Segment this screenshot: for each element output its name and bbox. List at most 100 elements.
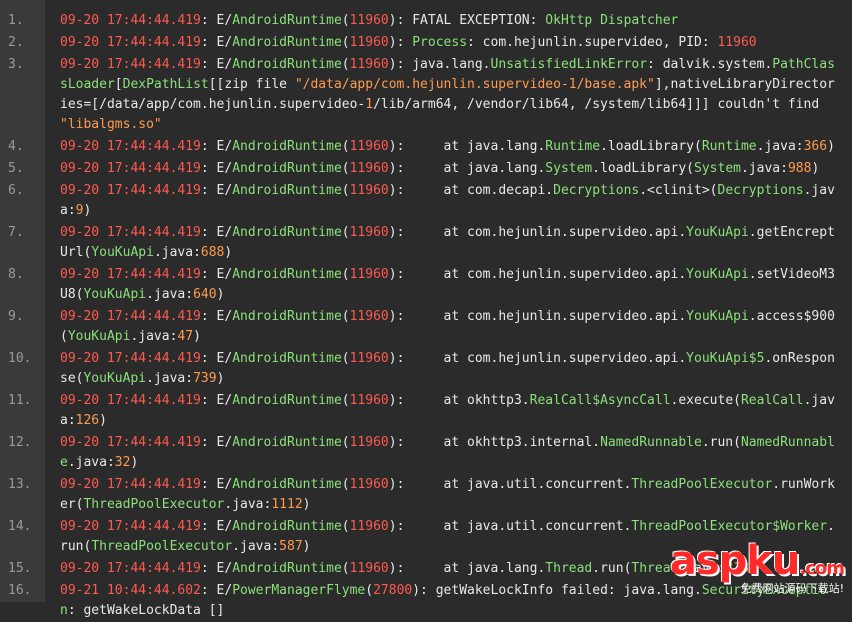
log-token: : E/ <box>200 225 233 240</box>
log-code-block: 1. 09-20 17:44:44.419: E/AndroidRuntime(1… <box>0 10 852 622</box>
line-number: 7. <box>8 225 24 240</box>
log-token: ( <box>341 435 350 450</box>
log-line: 6. 09-20 17:44:44.419: E/AndroidRuntime(1… <box>0 180 852 222</box>
log-token: ) <box>216 371 225 386</box>
log-token: 11960 <box>349 267 389 282</box>
log-token: ): at com.decapi. <box>388 183 554 198</box>
log-token: : E/ <box>200 477 233 492</box>
log-token: 11960 <box>349 139 389 154</box>
log-line: 12. 09-20 17:44:44.419: E/AndroidRuntime(… <box>0 432 852 474</box>
log-token: 11960 <box>349 351 389 366</box>
log-token: Decryptions <box>717 183 804 198</box>
log-line: 2. 09-20 17:44:44.419: E/AndroidRuntime(1… <box>0 32 852 54</box>
log-token: ) <box>811 161 820 176</box>
log-token: 640 <box>193 287 217 302</box>
log-text: 09-20 17:44:44.419: E/AndroidRuntime(119… <box>60 391 840 431</box>
log-token: 366 <box>803 139 828 154</box>
log-token: : E/ <box>200 435 233 450</box>
log-line: 5. 09-20 17:44:44.419: E/AndroidRuntime(1… <box>0 158 852 180</box>
log-token: AndroidRuntime <box>232 13 342 28</box>
log-token: ( <box>341 13 350 28</box>
log-token: UnsatisfiedLinkError <box>490 57 648 72</box>
log-token: : E/ <box>200 393 233 408</box>
log-token: 11960 <box>349 435 389 450</box>
log-token: 27800 <box>373 583 413 598</box>
log-token: : E/ <box>200 309 233 324</box>
log-token: ( <box>341 351 350 366</box>
log-token: 09-20 17:44:44.419 <box>60 561 201 576</box>
log-token: YouKuApi <box>686 309 749 324</box>
log-token: Process <box>412 35 468 50</box>
log-token: 11960 <box>349 183 389 198</box>
log-token: 09-20 17:44:44.419 <box>60 393 201 408</box>
log-token: ) <box>302 539 311 554</box>
log-token: [[zip file <box>208 77 295 92</box>
log-token: ): at com.hejunlin.supervideo.api. <box>388 267 687 282</box>
log-token: : E/ <box>200 267 233 282</box>
log-token: : E/ <box>200 561 233 576</box>
log-token: .java: <box>153 245 201 260</box>
log-token: System <box>545 161 593 176</box>
log-token: ): at okhttp3.internal. <box>388 435 601 450</box>
log-token: ): at java.util.concurrent. <box>388 477 632 492</box>
log-text: 09-20 17:44:44.419: E/AndroidRuntime(119… <box>60 55 840 135</box>
log-token: 09-20 17:44:44.419 <box>60 477 201 492</box>
log-token: /lib/arm64, /vendor/lib64, /system/lib64… <box>373 97 828 112</box>
log-token: ThreadPoolExecutor <box>91 539 233 554</box>
log-token: ): at java.lang. <box>388 139 546 154</box>
log-token: .java: <box>232 539 280 554</box>
log-token: 09-20 17:44:44.419 <box>60 13 201 28</box>
log-token: .<clinit>( <box>639 183 718 198</box>
log-text: 09-20 17:44:44.419: E/AndroidRuntime(119… <box>60 33 840 53</box>
log-token: ): java.lang. <box>388 57 491 72</box>
line-number: 6. <box>8 183 24 198</box>
log-token: AndroidRuntime <box>232 161 342 176</box>
log-token: 09-20 17:44:44.419 <box>60 309 201 324</box>
log-token: 09-20 17:44:44.419 <box>60 225 201 240</box>
log-text: 09-20 17:44:44.419: E/AndroidRuntime(119… <box>60 433 840 473</box>
log-token: ): at okhttp3. <box>388 393 530 408</box>
line-number: 2. <box>8 35 24 50</box>
log-token: ): at java.lang. <box>388 161 546 176</box>
site-watermark: aspku.com 免费网站源码下载站! <box>670 536 845 596</box>
log-token: ThreadPoolExecutor$Worker <box>631 519 828 534</box>
log-token: .java: <box>740 161 788 176</box>
log-token: YouKuApi <box>91 245 154 260</box>
log-token: 11960 <box>349 309 389 324</box>
line-number: 15. <box>8 561 32 576</box>
log-token: ( <box>341 309 350 324</box>
log-token: .java: <box>146 371 194 386</box>
log-token: ) <box>193 329 201 344</box>
log-token: 126 <box>75 413 100 428</box>
log-token: .java: <box>224 497 272 512</box>
log-token: AndroidRuntime <box>232 267 342 282</box>
log-token: 09-20 17:44:44.419 <box>60 139 201 154</box>
log-token: : E/ <box>200 35 233 50</box>
log-token: .java: <box>756 139 804 154</box>
log-text: 09-20 17:44:44.419: E/AndroidRuntime(119… <box>60 181 840 221</box>
log-text: 09-20 17:44:44.419: E/AndroidRuntime(119… <box>60 475 840 515</box>
log-token: ( <box>341 393 350 408</box>
log-token: ) <box>130 455 139 470</box>
log-line: 10. 09-20 17:44:44.419: E/AndroidRuntime(… <box>0 348 852 390</box>
log-token: 11960 <box>349 561 389 576</box>
log-token: ) <box>99 413 107 428</box>
log-token: 47 <box>177 329 194 344</box>
log-token: : E/ <box>200 183 233 198</box>
log-token: : E/ <box>200 351 233 366</box>
line-number: 14. <box>8 519 32 534</box>
log-token: ) <box>302 497 311 512</box>
log-token: PowerManagerFlyme <box>232 583 366 598</box>
log-token: 739 <box>193 371 217 386</box>
log-token: .java: <box>67 455 115 470</box>
log-token: 09-20 17:44:44.419 <box>60 519 201 534</box>
log-token: YouKuApi <box>83 287 147 302</box>
log-token: 688 <box>200 245 225 260</box>
log-token: ): FATAL EXCEPTION: <box>388 13 546 28</box>
log-line: 3. 09-20 17:44:44.419: E/AndroidRuntime(1… <box>0 54 852 136</box>
log-token: [ <box>114 77 123 92</box>
log-token: DexPathList <box>122 77 209 92</box>
log-token: 11960 <box>349 161 389 176</box>
log-token: AndroidRuntime <box>232 309 342 324</box>
log-token: .execute( <box>670 393 741 408</box>
